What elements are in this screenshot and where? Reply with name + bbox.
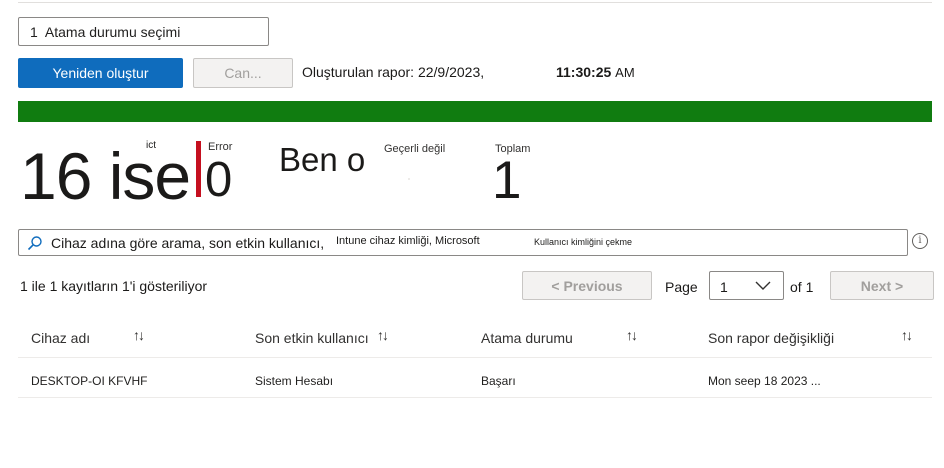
not-applicable-value bbox=[408, 178, 410, 180]
success-label-fragment: ict bbox=[146, 140, 156, 151]
search-hint-user: Kullanıcı kimliğini çekme bbox=[534, 237, 633, 247]
chevron-down-icon bbox=[755, 281, 771, 290]
row-divider bbox=[18, 397, 932, 398]
next-button[interactable]: Next > bbox=[830, 271, 934, 300]
search-icon bbox=[27, 235, 43, 251]
column-header-last-report[interactable]: Son rapor değişikliği bbox=[708, 330, 834, 346]
previous-button[interactable]: < Previous bbox=[522, 271, 652, 300]
success-count: 16 ise bbox=[20, 139, 191, 213]
column-header-last-user[interactable]: Son etkin kullanıcı bbox=[255, 330, 369, 346]
report-time-value: 11:30:25 bbox=[556, 64, 612, 80]
status-progress-bar bbox=[18, 101, 932, 122]
column-header-device-name[interactable]: Cihaz adı bbox=[31, 330, 90, 346]
records-count: 1 ile 1 kayıtların 1'i gösteriliyor bbox=[20, 278, 208, 294]
column-header-assignment-status[interactable]: Atama durumu bbox=[481, 330, 573, 346]
sort-icon[interactable]: ↑↓ bbox=[377, 327, 389, 343]
cell-device-name[interactable]: DESKTOP-OI KFVHF bbox=[31, 374, 147, 388]
summary-ben-text: Ben o bbox=[279, 141, 366, 178]
page-select[interactable]: 1 bbox=[709, 271, 784, 300]
cell-last-report: Mon seep 18 2023 ... bbox=[708, 374, 821, 388]
search-hint-intune: Intune cihaz kimliği, Microsoft bbox=[336, 235, 480, 247]
not-applicable-label: Geçerli değil bbox=[384, 143, 446, 155]
report-time-ampm: AM bbox=[615, 65, 635, 80]
report-generated-label: Oluşturulan rapor: 22/9/2023, bbox=[302, 64, 485, 80]
header-divider bbox=[18, 357, 932, 358]
search-placeholder: Cihaz adına göre arama, son etkin kullan… bbox=[51, 235, 325, 251]
report-time: 11:30:25 AM bbox=[556, 64, 635, 80]
cell-assignment-status: Başarı bbox=[481, 374, 516, 388]
sort-icon[interactable]: ↑↓ bbox=[901, 327, 913, 343]
page-select-value: 1 bbox=[720, 279, 728, 295]
assignment-status-filter[interactable]: 1 Atama durumu seçimi bbox=[18, 17, 269, 46]
cancel-button[interactable]: Can... bbox=[193, 58, 293, 88]
search-box[interactable]: Cihaz adına göre arama, son etkin kullan… bbox=[18, 229, 908, 256]
top-divider bbox=[18, 2, 932, 3]
info-icon[interactable]: i bbox=[912, 233, 928, 249]
regenerate-button[interactable]: Yeniden oluştur bbox=[18, 58, 183, 88]
page-label: Page bbox=[665, 279, 698, 295]
sort-icon[interactable]: ↑↓ bbox=[626, 327, 638, 343]
error-label: Error bbox=[208, 141, 233, 153]
error-indicator bbox=[196, 141, 201, 197]
page-total-label: of 1 bbox=[790, 279, 814, 295]
filter-count: 1 bbox=[30, 24, 38, 40]
sort-icon[interactable]: ↑↓ bbox=[133, 327, 145, 343]
total-count: 1 bbox=[492, 151, 522, 210]
error-count: 0 bbox=[205, 153, 233, 207]
filter-label: Atama durumu seçimi bbox=[44, 24, 181, 40]
cell-last-user: Sistem Hesabı bbox=[255, 374, 334, 388]
